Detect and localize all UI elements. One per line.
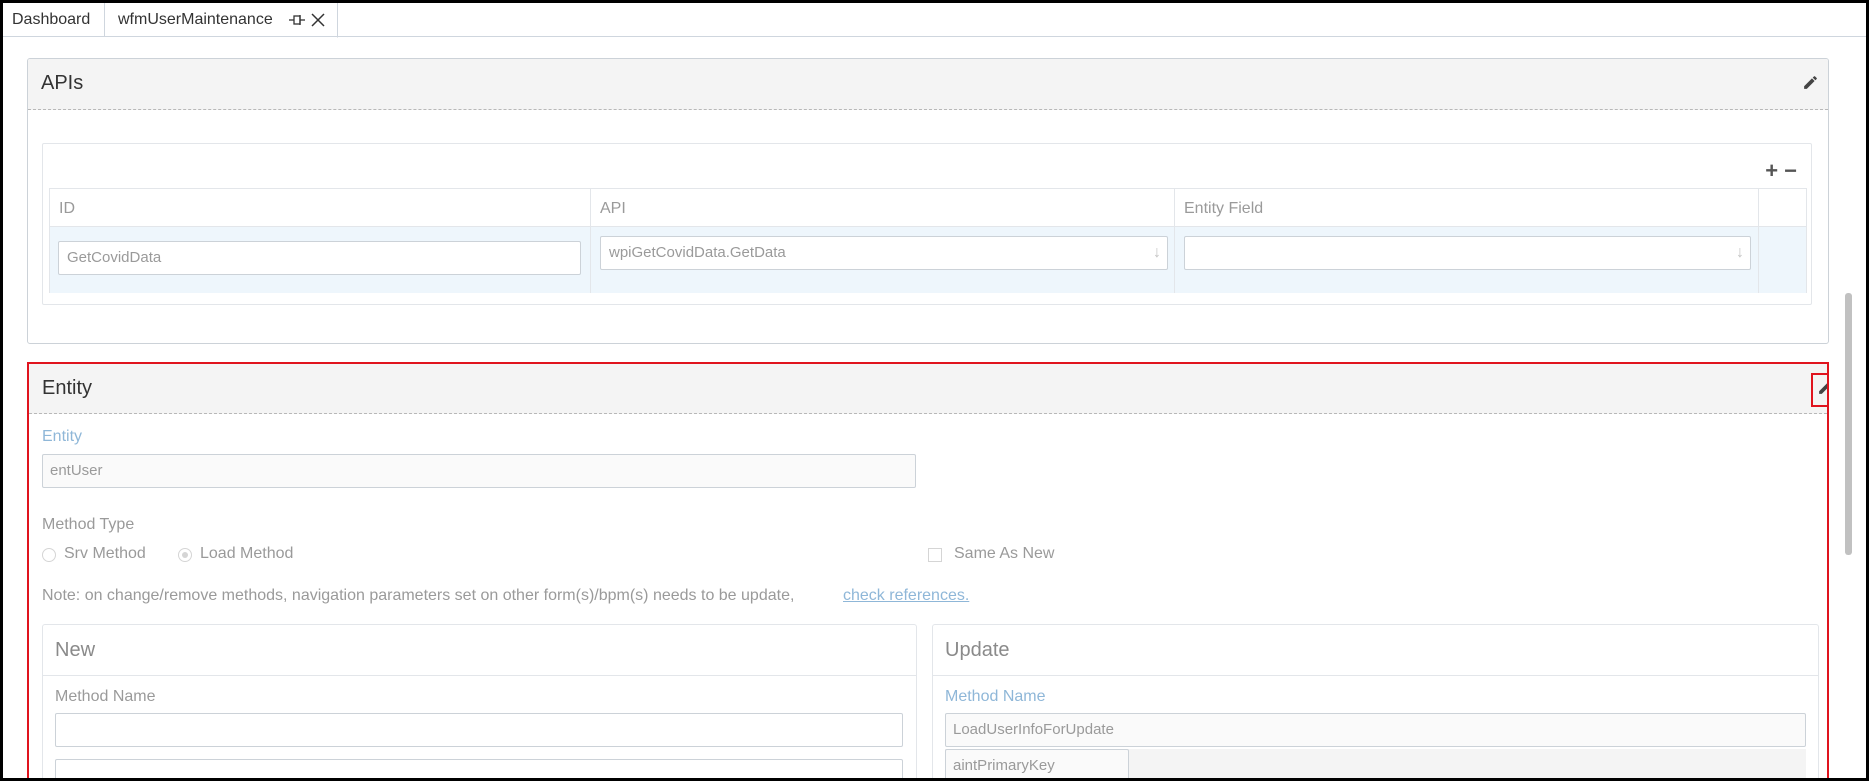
- divider: [43, 675, 916, 676]
- apis-panel: APIs +− ID API Entity Field GetCovidData…: [27, 58, 1829, 344]
- pencil-icon: [1817, 379, 1827, 401]
- srv-method-label: Srv Method: [64, 545, 146, 562]
- method-type-label: Method Type: [42, 516, 135, 533]
- update-method-panel: Update Method Name LoadUserInfoForUpdate…: [932, 624, 1819, 778]
- new-method-name-input[interactable]: [55, 713, 903, 747]
- apis-grid: ID API Entity Field GetCovidData wpiGetC…: [49, 188, 1807, 293]
- check-references-link[interactable]: check references.: [843, 587, 969, 605]
- same-as-new-checkbox[interactable]: [928, 548, 942, 562]
- tab-wfm-user-maintenance[interactable]: wfmUserMaintenance: [106, 3, 338, 38]
- note-text: Note: on change/remove methods, navigati…: [42, 587, 795, 604]
- update-method-name-label: Method Name: [945, 688, 1046, 705]
- column-header-api[interactable]: API: [591, 189, 1175, 226]
- column-header-entity-field[interactable]: Entity Field: [1175, 189, 1759, 226]
- id-input[interactable]: GetCovidData: [58, 241, 581, 275]
- apis-panel-header: APIs: [28, 59, 1828, 110]
- arrow-down-icon: ↓: [1736, 244, 1744, 261]
- tab-strip: Dashboard wfmUserMaintenance: [3, 3, 1866, 38]
- new-method-title: New: [55, 639, 96, 661]
- tab-dashboard[interactable]: Dashboard: [3, 3, 105, 37]
- cell-id: GetCovidData: [50, 227, 591, 293]
- apis-grid-container: +− ID API Entity Field GetCovidData wpiG…: [42, 143, 1812, 305]
- apis-edit-button[interactable]: [1796, 71, 1824, 99]
- entity-label: Entity: [42, 428, 83, 445]
- srv-method-radio[interactable]: [42, 548, 56, 562]
- entity-field-select[interactable]: ↓: [1184, 236, 1751, 270]
- param-aint-primary-key[interactable]: aintPrimaryKey: [945, 749, 1129, 778]
- same-as-new-label: Same As New: [954, 545, 1055, 562]
- entity-input[interactable]: entUser: [42, 454, 916, 488]
- pencil-icon: [1802, 74, 1819, 96]
- load-method-label: Load Method: [200, 545, 294, 562]
- remove-row-button[interactable]: −: [1784, 158, 1803, 183]
- window-frame: Dashboard wfmUserMaintenance APIs +− ID …: [0, 0, 1869, 781]
- column-header-actions: [1759, 189, 1808, 226]
- cell-actions: [1759, 227, 1808, 293]
- entity-panel-header: Entity: [29, 364, 1827, 414]
- column-header-id[interactable]: ID: [50, 189, 591, 226]
- entity-edit-button[interactable]: [1811, 376, 1827, 404]
- grid-tools: +−: [1765, 158, 1803, 184]
- divider: [933, 675, 1818, 676]
- add-row-button[interactable]: +: [1765, 158, 1784, 183]
- scrollbar-thumb[interactable]: [1845, 293, 1852, 555]
- load-method-radio[interactable]: [178, 548, 192, 562]
- entity-panel-title: Entity: [42, 377, 93, 399]
- api-select-value: wpiGetCovidData.GetData: [609, 244, 786, 261]
- highlighted-edit-button[interactable]: [1811, 373, 1827, 407]
- table-row[interactable]: GetCovidData wpiGetCovidData.GetData ↓ ↓: [50, 227, 1806, 293]
- grid-header: ID API Entity Field: [50, 189, 1806, 227]
- entity-panel: Entity Entity entUser Method Type Srv Me…: [27, 362, 1829, 778]
- apis-panel-title: APIs: [41, 72, 84, 94]
- arrow-down-icon: ↓: [1153, 244, 1161, 261]
- update-method-name-input[interactable]: LoadUserInfoForUpdate: [945, 713, 1806, 747]
- new-method-panel: New Method Name: [42, 624, 917, 778]
- new-method-param-input[interactable]: [55, 759, 903, 778]
- tab-dashboard-label: Dashboard: [12, 11, 91, 28]
- new-method-name-label: Method Name: [55, 688, 156, 705]
- cell-api: wpiGetCovidData.GetData ↓: [591, 227, 1175, 293]
- tab-wfm-user-maintenance-label: wfmUserMaintenance: [118, 11, 273, 28]
- cell-entity-field: ↓: [1175, 227, 1759, 293]
- api-select[interactable]: wpiGetCovidData.GetData ↓: [600, 236, 1168, 270]
- form-scroll-area[interactable]: APIs +− ID API Entity Field GetCovidData…: [3, 38, 1866, 778]
- update-method-title: Update: [945, 639, 1010, 661]
